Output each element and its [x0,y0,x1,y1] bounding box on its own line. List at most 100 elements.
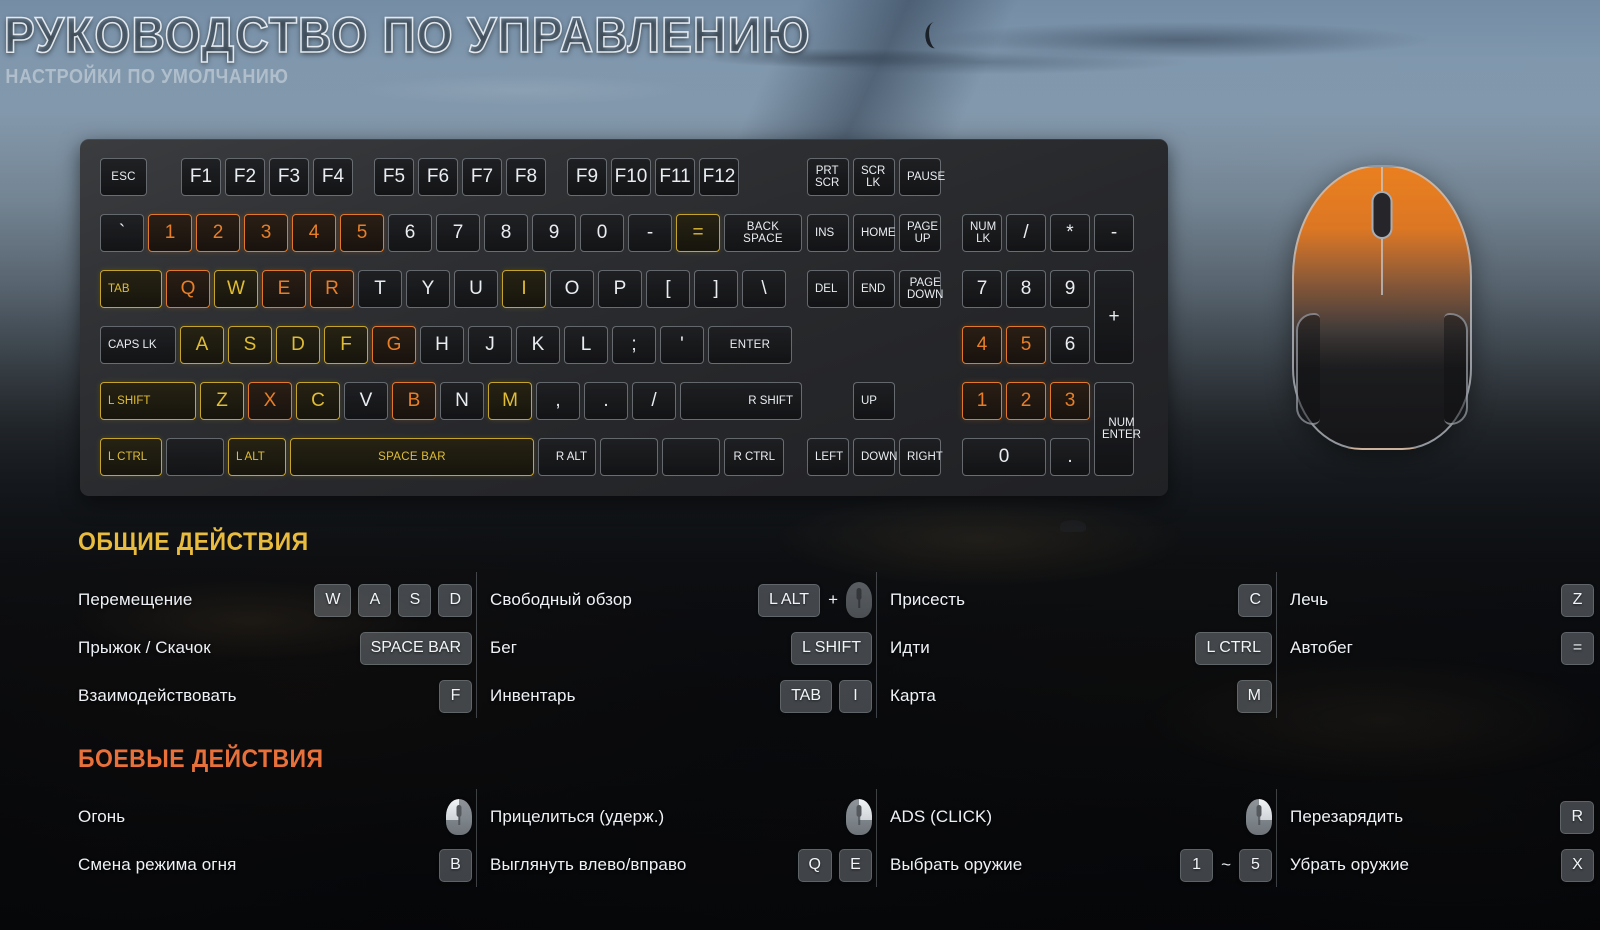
binding-action-label: Выглянуть влево/вправо [490,855,687,874]
keyboard-key-f9: F9 [567,158,607,196]
keyboard-key-i: I [502,270,546,308]
keyboard-key-f: F [324,326,368,364]
keycap-1[interactable]: 1 [1180,848,1214,882]
binding-action-label: Огонь [78,807,126,826]
keycap-space-bar[interactable]: SPACE BAR [359,631,472,665]
keyboard-key-ins: INS [807,214,849,252]
keyboard-key-b: B [392,382,436,420]
binding-keys: L CTRL [1195,631,1276,665]
binding-row: Убрать оружие X [1290,841,1598,889]
keycap-s[interactable]: S [398,583,432,617]
binding-action-label: Перемещение [78,590,193,609]
keycap-i[interactable]: I [839,679,872,713]
keyboard-key-enter: ENTER [708,326,792,364]
keycap-x[interactable]: X [1561,848,1594,882]
keyboard-key-l: L [564,326,608,364]
keyboard-key-blank [662,438,720,476]
binding-row: Взаимодействовать F [78,672,476,720]
keycap-z[interactable]: Z [1561,583,1594,617]
bindings-column-2: Прицелиться (удерж.) Выглянуть влево/впра… [476,789,876,889]
binding-keys: 1 ~5 [1180,848,1276,882]
keycap-l-ctrl[interactable]: L CTRL [1195,631,1272,665]
keyboard-key--: - [1094,214,1134,252]
keycap-d[interactable]: D [438,583,472,617]
page-header: РУКОВОДСТВО ПО УПРАВЛЕНИЮ НАСТРОЙКИ ПО У… [0,0,872,89]
binding-row: Бег L SHIFT [490,624,876,672]
mouse-left-click-icon [446,799,472,835]
keyboard-key-f6: F6 [418,158,458,196]
bindings-column-3: Присесть C Идти L CTRL Карта M [876,572,1276,720]
keyboard-key-5: 5 [340,214,384,252]
section-combat-actions: БОЕВЫЕ ДЕЙСТВИЯ Огонь Смена режима огня B П… [78,745,1598,889]
binding-action-label: Лечь [1290,590,1329,609]
mouse-left-grip [1296,313,1320,425]
keycap-tab[interactable]: TAB [780,679,832,713]
keycap-b[interactable]: B [439,848,472,882]
binding-keys: QE [797,848,876,882]
keyboard-key--: [ [646,270,690,308]
keycap-f[interactable]: F [439,679,472,713]
keyboard-key-l-ctrl: L CTRL [100,438,162,476]
binding-row: Лечь Z [1290,576,1598,624]
binding-action-label: Прыжок / Скачок [78,638,211,657]
binding-keys [846,799,876,835]
keyboard-key-l-alt: L ALT [228,438,286,476]
binding-action-label: Перезарядить [1290,807,1404,826]
keycap--[interactable]: = [1561,631,1594,665]
keyboard-key--: * [1050,214,1090,252]
keyboard-key-pause: PAUSE [899,158,945,196]
keyboard-key-m: M [488,382,532,420]
keycap-l-shift[interactable]: L SHIFT [791,631,872,665]
binding-action-label: Автобег [1290,638,1353,657]
keyboard-key-r: R [310,270,354,308]
range-separator: ~ [1221,855,1231,874]
binding-row: Выбрать оружие 1 ~5 [890,841,1276,889]
keyboard-key-f12: F12 [699,158,739,196]
binding-keys: WASD [314,583,476,617]
keycap-l-alt[interactable]: L ALT [758,583,821,617]
binding-keys: = [1561,631,1598,665]
keyboard-key-page-up: PAGE UP [899,214,941,252]
keyboard-key-back-space: BACK SPACE [724,214,802,252]
keyboard-key-left: LEFT [807,438,849,476]
keyboard-key-4: 4 [962,326,1002,364]
keycap-m[interactable]: M [1236,679,1272,713]
keyboard-key-3: 3 [1050,382,1090,420]
keyboard-key-tab: TAB [100,270,162,308]
keycap-r[interactable]: R [1560,800,1594,834]
keyboard-key-n: N [440,382,484,420]
keyboard-key--: ] [694,270,738,308]
keycap-q[interactable]: Q [797,848,832,882]
keyboard-key-f2: F2 [225,158,265,196]
binding-row: Выглянуть влево/вправо Q E [490,841,876,889]
keyboard-key-f11: F11 [655,158,695,196]
keyboard-key-r-shift: R SHIFT [680,382,802,420]
page-subtitle: НАСТРОЙКИ ПО УМОЛЧАНИЮ [5,66,289,88]
keyboard-key-v: V [344,382,388,420]
keyboard-key-f3: F3 [269,158,309,196]
keycap-c[interactable]: C [1238,583,1272,617]
keyboard-key-right: RIGHT [899,438,943,476]
binding-action-label: Смена режима огня [78,855,237,874]
bird-silhouette [922,20,948,50]
binding-row: Прыжок / Скачок SPACE BAR [78,624,476,672]
keyboard-key-y: Y [406,270,450,308]
binding-row: Инвентарь TAB I [490,672,876,720]
binding-action-label: Присесть [890,590,966,609]
binding-keys: X [1561,848,1598,882]
mouse-wheel-icon [846,582,872,618]
bindings-column-1: Огонь Смена режима огня B [78,793,476,889]
keyboard-key-1: 1 [962,382,1002,420]
keyboard-key-x: X [248,382,292,420]
keycap-e[interactable]: E [839,848,872,882]
mouse-diagram [1292,165,1472,450]
keycap-a[interactable]: A [358,583,392,617]
keycap-5[interactable]: 5 [1239,848,1272,882]
binding-row: Огонь [78,793,476,841]
binding-row: ADS (CLICK) [890,793,1276,841]
page-title: РУКОВОДСТВО ПО УПРАВЛЕНИЮ [3,7,811,63]
keyboard-key-5: 5 [1006,326,1046,364]
keyboard-key-page-down: PAGE DOWN [899,270,943,308]
keyboard-key-t: T [358,270,402,308]
keycap-w[interactable]: W [314,583,352,617]
